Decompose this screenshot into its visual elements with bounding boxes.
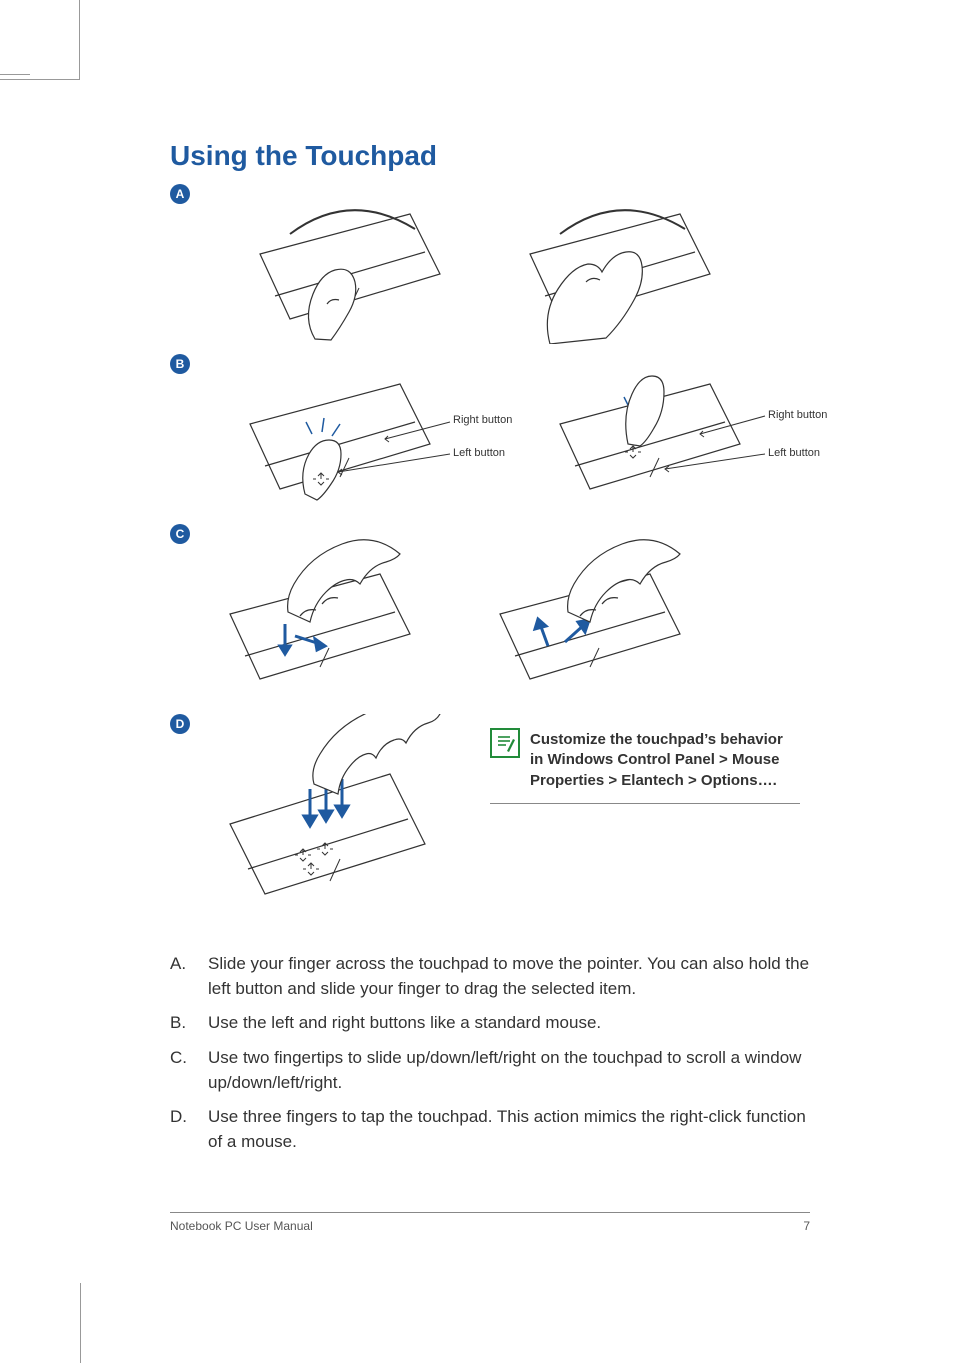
item-letter: D. bbox=[170, 1105, 208, 1154]
label-left-button: Left button bbox=[453, 447, 505, 459]
diagram-b-right bbox=[530, 354, 830, 504]
item-letter: B. bbox=[170, 1011, 208, 1036]
footer-title: Notebook PC User Manual bbox=[170, 1219, 313, 1233]
diagram-a-right bbox=[490, 184, 720, 344]
page-number: 7 bbox=[803, 1219, 810, 1233]
badge-a: A bbox=[170, 184, 190, 204]
note-icon bbox=[490, 728, 520, 758]
item-text: Use the left and right buttons like a st… bbox=[208, 1011, 810, 1036]
list-item: B.Use the left and right buttons like a … bbox=[170, 1011, 810, 1036]
diagram-c-left bbox=[200, 524, 450, 694]
note-text: Customize the touchpad’s behavior in Win… bbox=[530, 730, 800, 791]
page-title: Using the Touchpad bbox=[170, 140, 810, 172]
badge-d: D bbox=[170, 714, 190, 734]
diagram-c-right bbox=[470, 524, 720, 694]
diagram-d bbox=[200, 714, 470, 914]
touchpad-diagrams: A bbox=[170, 184, 810, 924]
label-left-button-2: Left button bbox=[768, 447, 820, 459]
item-text: Slide your finger across the touchpad to… bbox=[208, 952, 810, 1001]
item-letter: A. bbox=[170, 952, 208, 1001]
item-text: Use two fingertips to slide up/down/left… bbox=[208, 1046, 810, 1095]
label-right-button: Right button bbox=[453, 414, 512, 426]
list-item: A.Slide your finger across the touchpad … bbox=[170, 952, 810, 1001]
list-item: C.Use two fingertips to slide up/down/le… bbox=[170, 1046, 810, 1095]
page-footer: Notebook PC User Manual 7 bbox=[170, 1212, 810, 1233]
description-list: A.Slide your finger across the touchpad … bbox=[170, 952, 810, 1154]
item-letter: C. bbox=[170, 1046, 208, 1095]
list-item: D.Use three fingers to tap the touchpad.… bbox=[170, 1105, 810, 1154]
item-text: Use three fingers to tap the touchpad. T… bbox=[208, 1105, 810, 1154]
diagram-b-left bbox=[220, 354, 520, 504]
badge-c: C bbox=[170, 524, 190, 544]
label-right-button-2: Right button bbox=[768, 409, 827, 421]
note-box: Customize the touchpad’s behavior in Win… bbox=[490, 724, 800, 804]
badge-b: B bbox=[170, 354, 190, 374]
diagram-a-left bbox=[220, 184, 450, 344]
